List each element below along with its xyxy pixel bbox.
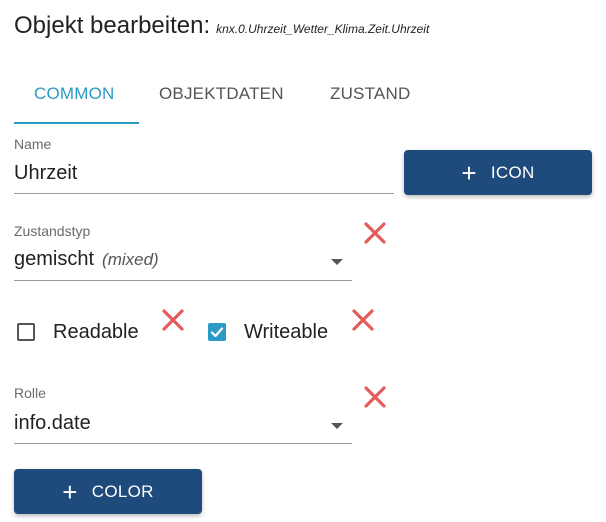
add-icon-button-label: ICON xyxy=(490,162,535,182)
writeable-checkbox[interactable] xyxy=(208,323,226,341)
state-type-label: Zustandstyp xyxy=(14,223,91,239)
close-icon[interactable] xyxy=(161,308,185,332)
role-underline xyxy=(14,443,352,444)
state-type-value: gemischt xyxy=(14,248,95,270)
state-type-hint: (mixed) xyxy=(102,250,159,269)
close-icon[interactable] xyxy=(351,308,375,332)
role-label: Rolle xyxy=(14,385,46,401)
tab-zustand[interactable]: ZUSTAND xyxy=(330,84,410,108)
name-label: Name xyxy=(14,136,52,152)
add-icon-button[interactable]: + ICON xyxy=(404,150,592,195)
name-underline xyxy=(14,193,394,194)
add-color-button-label: COLOR xyxy=(91,481,154,501)
writeable-label: Writeable xyxy=(244,321,329,343)
close-icon[interactable] xyxy=(363,221,387,245)
dialog-title: Objekt bearbeiten: xyxy=(14,12,211,39)
plus-icon: + xyxy=(461,157,477,188)
active-tab-indicator xyxy=(14,122,139,124)
checkmark-icon xyxy=(210,327,224,338)
state-type-select[interactable]: gemischt (mixed) xyxy=(14,248,159,271)
role-select[interactable]: info.date xyxy=(14,412,91,435)
chevron-down-icon[interactable] xyxy=(331,259,343,265)
readable-checkbox[interactable] xyxy=(17,323,35,341)
name-input[interactable]: Uhrzeit xyxy=(14,162,77,185)
dialog-header: Objekt bearbeiten: knx.0.Uhrzeit_Wetter_K… xyxy=(14,12,429,40)
close-icon[interactable] xyxy=(363,385,387,409)
tab-objektdaten[interactable]: OBJEKTDATEN xyxy=(159,84,284,108)
add-color-button[interactable]: + COLOR xyxy=(14,469,202,514)
chevron-down-icon[interactable] xyxy=(331,423,343,429)
plus-icon: + xyxy=(62,476,78,507)
readable-label: Readable xyxy=(53,321,139,343)
object-id: knx.0.Uhrzeit_Wetter_Klima.Zeit.Uhrzeit xyxy=(216,22,430,36)
state-type-underline xyxy=(14,280,352,281)
tab-common[interactable]: COMMON xyxy=(34,84,115,108)
